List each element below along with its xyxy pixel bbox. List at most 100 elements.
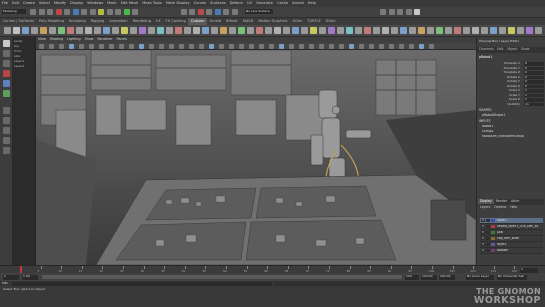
shelf-tool-icon[interactable] <box>418 27 425 34</box>
viewport-3d[interactable] <box>36 50 476 265</box>
layer-tab-anim[interactable]: Anim <box>509 199 521 204</box>
viewport-tool-icon[interactable] <box>39 44 44 49</box>
input-node[interactable]: Group1 <box>482 130 494 133</box>
input-node[interactable]: robotArm_transformGroup <box>482 135 524 138</box>
attribute-value[interactable]: 0 <box>524 84 544 89</box>
shelf-tool-icon[interactable] <box>211 27 218 34</box>
status-tool-icon[interactable] <box>405 9 412 15</box>
viewport-tool-icon[interactable] <box>199 44 204 49</box>
shelf-tab[interactable]: Curves / Surfaces <box>0 18 37 25</box>
menu-deform[interactable]: Deform <box>228 0 245 5</box>
menu-mesh-display[interactable]: Mesh Display <box>164 0 192 5</box>
shelf-tool-icon[interactable] <box>292 27 299 34</box>
viewport-tool-icon[interactable] <box>119 44 124 49</box>
select-tool-icon[interactable] <box>3 40 10 47</box>
layer-color-swatch[interactable] <box>491 218 495 222</box>
scale-tool-icon[interactable] <box>3 90 10 97</box>
status-tool-icon[interactable] <box>380 9 386 15</box>
shelf-tab[interactable]: MASH <box>240 18 256 25</box>
shelf-tool-icon[interactable] <box>4 27 11 34</box>
viewport-tool-icon[interactable] <box>209 44 214 49</box>
rotate-tool-icon[interactable] <box>3 80 10 87</box>
shelf-tool-icon[interactable] <box>427 27 434 34</box>
shelf-tool-icon[interactable] <box>463 27 470 34</box>
shelf-tool-icon[interactable] <box>85 27 92 34</box>
status-tool-icon[interactable] <box>388 9 395 15</box>
shelf-tool-icon[interactable] <box>94 27 101 34</box>
layer-color-swatch[interactable] <box>491 236 495 240</box>
shelf-tab[interactable]: Rendering <box>130 18 153 25</box>
shelf-tab[interactable]: Animation <box>107 18 130 25</box>
shelf-tool-icon[interactable] <box>346 27 353 34</box>
shelf-tab[interactable]: Poly Modeling <box>37 18 67 25</box>
attribute-value[interactable]: 1 <box>524 93 544 98</box>
shelf-tool-icon[interactable] <box>103 27 110 34</box>
layout-single-icon[interactable] <box>3 107 10 114</box>
shelf-tool-icon[interactable] <box>220 27 227 34</box>
command-input[interactable] <box>12 281 272 286</box>
menu-curves[interactable]: Curves <box>192 0 208 5</box>
layer-menu-layers[interactable]: Layers <box>478 205 492 209</box>
shelf-tool-icon[interactable] <box>193 27 200 34</box>
shelf-tool-icon[interactable] <box>202 27 209 34</box>
shelf-tool-icon[interactable] <box>76 27 83 34</box>
shelf-tool-icon[interactable] <box>508 27 515 34</box>
shelf-tool-icon[interactable] <box>535 27 542 34</box>
shelf-tool-icon[interactable] <box>526 27 533 34</box>
status-tool-icon[interactable] <box>397 9 403 15</box>
status-tool-icon[interactable] <box>180 9 187 15</box>
menu-mesh[interactable]: Mesh <box>105 0 118 5</box>
shelf-tool-icon[interactable] <box>499 27 506 34</box>
shelf-tab[interactable]: Motion Graphics <box>256 18 290 25</box>
shelf-tab[interactable]: Sculpting <box>66 18 88 25</box>
menu-generate[interactable]: Generate <box>254 0 275 5</box>
shelf-tool-icon[interactable] <box>301 27 308 34</box>
menu-surfaces[interactable]: Surfaces <box>208 0 228 5</box>
shelf-tool-icon[interactable] <box>22 27 29 34</box>
menu-arnold[interactable]: Arnold <box>290 0 306 5</box>
inner-end-field[interactable]: 120 <box>405 274 419 280</box>
move-tool-icon[interactable] <box>3 70 10 77</box>
layout-side-icon[interactable] <box>3 127 10 134</box>
attribute-value[interactable]: 0 <box>524 66 544 71</box>
shelf-tool-icon[interactable] <box>58 27 65 34</box>
outliner-item[interactable]: front <box>14 50 35 54</box>
shelf-tool-icon[interactable] <box>229 27 236 34</box>
shelf-tool-icon[interactable] <box>49 27 56 34</box>
menu-windows[interactable]: Windows <box>85 0 105 5</box>
mode-dropdown[interactable]: Modeling <box>2 9 26 14</box>
shelf-tool-icon[interactable] <box>454 27 461 34</box>
inner-start-field[interactable]: 1.00 <box>22 274 38 280</box>
channel-tab-channels[interactable]: Channels <box>477 47 495 52</box>
viewport-tool-icon[interactable] <box>339 44 344 49</box>
layer-template-toggle[interactable] <box>486 218 490 223</box>
menu-mesh-tools[interactable]: Mesh Tools <box>140 0 163 5</box>
shelf-tool-icon[interactable] <box>310 27 317 34</box>
shelf-tab[interactable]: Arnold <box>207 18 224 25</box>
shelf-tool-icon[interactable] <box>175 27 182 34</box>
status-tool-icon[interactable] <box>72 9 79 15</box>
viewport-tool-icon[interactable] <box>249 44 254 49</box>
shelf-tool-icon[interactable] <box>31 27 38 34</box>
status-tool-icon[interactable] <box>64 9 70 15</box>
menu-help[interactable]: Help <box>306 0 318 5</box>
status-tool-icon[interactable] <box>47 9 53 15</box>
attribute-value[interactable]: 0 <box>524 62 544 66</box>
viewport-tool-icon[interactable] <box>359 44 364 49</box>
viewport-tool-icon[interactable] <box>79 44 84 49</box>
viewport-tool-icon[interactable] <box>179 44 184 49</box>
viewport-tool-icon[interactable] <box>229 44 234 49</box>
outliner-item[interactable]: side <box>14 55 35 59</box>
layer-template-toggle[interactable] <box>486 230 490 235</box>
channel-tab-object[interactable]: Object <box>505 47 519 52</box>
layout-outliner-icon[interactable] <box>3 137 10 144</box>
outliner-item[interactable]: Layer1 <box>14 60 35 64</box>
viewport-tool-icon[interactable] <box>349 44 354 49</box>
viewport-tool-icon[interactable] <box>279 44 284 49</box>
status-tool-icon[interactable] <box>38 9 45 15</box>
shelf-tool-icon[interactable] <box>472 27 479 34</box>
shelf-tool-icon[interactable] <box>238 27 245 34</box>
layer-menu-help[interactable]: Help <box>508 205 519 209</box>
shelf-tool-icon[interactable] <box>67 27 74 34</box>
viewport-tool-icon[interactable] <box>429 44 434 49</box>
